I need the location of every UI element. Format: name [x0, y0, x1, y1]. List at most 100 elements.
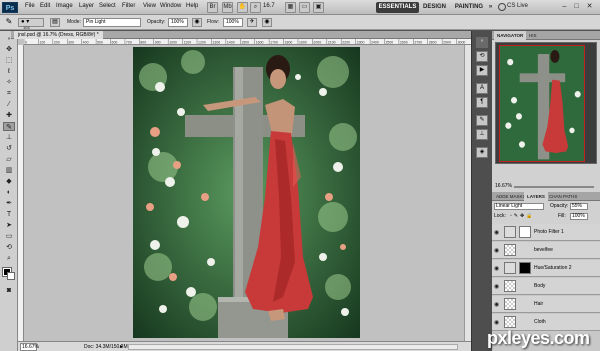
brush-panel-icon[interactable]: ▤: [50, 18, 60, 27]
layer-name[interactable]: Cloth: [534, 319, 546, 325]
layer-row[interactable]: ◉ Hair: [492, 296, 600, 313]
opacity-field[interactable]: 100%: [168, 18, 188, 27]
zoom-level[interactable]: 16.7: [263, 3, 275, 9]
horizontal-scrollbar[interactable]: [128, 344, 458, 350]
brush-preset-icon[interactable]: ✎: [476, 115, 488, 126]
quick-select-tool-icon[interactable]: ✧: [3, 78, 15, 87]
visibility-eye-icon[interactable]: ◉: [494, 319, 499, 326]
visibility-eye-icon[interactable]: ◉: [494, 247, 499, 254]
layer-name[interactable]: Body: [534, 283, 545, 289]
canvas-image[interactable]: [133, 47, 360, 338]
type-tool-icon[interactable]: T: [3, 210, 15, 219]
menu-window[interactable]: Window: [160, 3, 181, 9]
tab-navigator[interactable]: NAVIGATOR: [494, 31, 527, 40]
blur-tool-icon[interactable]: ◆: [3, 177, 15, 186]
document-tab[interactable]: jnsl.psd @ 16.7% (Dress, RGB/8#) *: [14, 31, 103, 39]
clone-source-icon[interactable]: ⊥: [476, 129, 488, 140]
layer-name[interactable]: bevelfee: [534, 247, 553, 253]
menu-edit[interactable]: Edit: [40, 3, 50, 9]
menu-filter[interactable]: Filter: [122, 3, 135, 9]
cs-live-icon[interactable]: [498, 3, 506, 11]
visibility-eye-icon[interactable]: ◉: [494, 265, 499, 272]
layer-opacity-field[interactable]: 55%: [570, 203, 588, 210]
layer-name[interactable]: Hue/Saturation 2: [534, 265, 572, 271]
pressure-size-icon[interactable]: ◉: [262, 18, 272, 27]
status-menu-icon[interactable]: ▸: [120, 343, 123, 350]
zoom-tool-icon[interactable]: ⌕: [3, 254, 15, 263]
brush-tool-icon[interactable]: ✎: [3, 122, 15, 131]
vertical-scrollbar[interactable]: [464, 45, 471, 341]
background-color-swatch[interactable]: [7, 272, 15, 280]
strip-collapse-icon[interactable]: «: [476, 37, 488, 48]
grid-icon[interactable]: ▦: [285, 2, 296, 13]
minimize-button[interactable]: –: [560, 3, 569, 12]
blend-mode-select[interactable]: Linear Light: [494, 203, 544, 210]
menu-help[interactable]: Help: [186, 3, 198, 9]
healing-brush-tool-icon[interactable]: ✚: [3, 111, 15, 120]
history-brush-tool-icon[interactable]: ↺: [3, 144, 15, 153]
workspace-painting[interactable]: PAINTING: [454, 2, 484, 13]
lock-icons[interactable]: ▫✎✥🔒: [510, 212, 534, 221]
layer-row[interactable]: ◉ Body: [492, 278, 600, 295]
clone-stamp-tool-icon[interactable]: ⊥: [3, 133, 15, 142]
fill-field[interactable]: 100%: [570, 213, 588, 220]
navigator-zoom-value[interactable]: 16.67%: [495, 183, 512, 189]
layer-mask-thumbnail[interactable]: [519, 226, 531, 238]
workspace-essentials[interactable]: ESSENTIALS: [376, 2, 419, 13]
navigator-zoom-slider[interactable]: [514, 186, 594, 188]
visibility-eye-icon[interactable]: ◉: [494, 283, 499, 290]
flow-field[interactable]: 100%: [223, 18, 243, 27]
layer-row[interactable]: ◉ Photo Filter 1: [492, 224, 600, 241]
lasso-tool-icon[interactable]: ℓ: [3, 67, 15, 76]
crop-tool-icon[interactable]: ⌗: [3, 89, 15, 98]
3d-rotate-tool-icon[interactable]: ⟲: [3, 243, 15, 252]
visibility-eye-icon[interactable]: ◉: [494, 229, 499, 236]
layer-name[interactable]: Photo Filter 1: [534, 229, 564, 235]
brush-tool-icon[interactable]: ✎: [4, 18, 14, 27]
screen-mode-icon[interactable]: ▣: [313, 2, 324, 13]
hand-icon[interactable]: ✋: [237, 2, 248, 13]
tab-histogram[interactable]: HIS: [526, 31, 540, 40]
layer-row[interactable]: ◉ Hue/Saturation 2: [492, 260, 600, 277]
gradient-tool-icon[interactable]: ▥: [3, 166, 15, 175]
tab-layers[interactable]: LAYERS: [524, 192, 548, 201]
layer-name[interactable]: Hair: [534, 301, 543, 307]
move-tool-icon[interactable]: ✥: [3, 45, 15, 54]
tab-channels-paths[interactable]: CHAN PATHS: [546, 192, 580, 201]
brush-preset-picker[interactable]: ● ▾: [18, 18, 44, 27]
menu-layer[interactable]: Layer: [79, 3, 94, 9]
menu-image[interactable]: Image: [56, 3, 73, 9]
history-icon[interactable]: ⟲: [476, 51, 488, 62]
dodge-tool-icon[interactable]: ◐: [3, 188, 15, 197]
minibridge-icon[interactable]: Mb: [222, 2, 233, 13]
close-button[interactable]: ✕: [585, 3, 594, 12]
marquee-tool-icon[interactable]: ⬚: [3, 56, 15, 65]
navigator-thumbnail[interactable]: [495, 42, 597, 164]
quick-mask-icon[interactable]: ◙: [3, 286, 15, 295]
layer-mask-thumbnail[interactable]: [519, 262, 531, 274]
eraser-tool-icon[interactable]: ▱: [3, 155, 15, 164]
mode-select[interactable]: Pin Light: [83, 18, 141, 27]
airbrush-icon[interactable]: ✈: [247, 18, 257, 27]
actions-icon[interactable]: ▶: [476, 65, 488, 76]
bridge-icon[interactable]: Br: [207, 2, 218, 13]
maximize-button[interactable]: □: [572, 3, 581, 12]
cs-live-button[interactable]: CS Live: [507, 3, 528, 9]
menu-file[interactable]: File: [25, 3, 35, 9]
3d-icon[interactable]: ◈: [476, 147, 488, 158]
path-select-tool-icon[interactable]: ➤: [3, 221, 15, 230]
zoom-field[interactable]: 16.67%: [20, 343, 39, 351]
eyedropper-tool-icon[interactable]: ⁄: [3, 100, 15, 109]
workspace-more-button[interactable]: »: [486, 2, 495, 13]
document-canvas-area[interactable]: 0 100 200 300 400 500 600 700 800 900 1000 1100 1200…: [18, 39, 471, 341]
navigator-preview[interactable]: [499, 45, 585, 162]
menu-view[interactable]: View: [143, 3, 156, 9]
pen-tool-icon[interactable]: ✒: [3, 199, 15, 208]
layer-row[interactable]: ◉ bevelfee: [492, 242, 600, 259]
menu-select[interactable]: Select: [99, 3, 116, 9]
character-icon[interactable]: A: [476, 83, 488, 94]
arrange-icon[interactable]: ▭: [299, 2, 310, 13]
pressure-opacity-icon[interactable]: ◉: [192, 18, 202, 27]
shape-tool-icon[interactable]: ▭: [3, 232, 15, 241]
workspace-design[interactable]: DESIGN: [423, 2, 446, 13]
